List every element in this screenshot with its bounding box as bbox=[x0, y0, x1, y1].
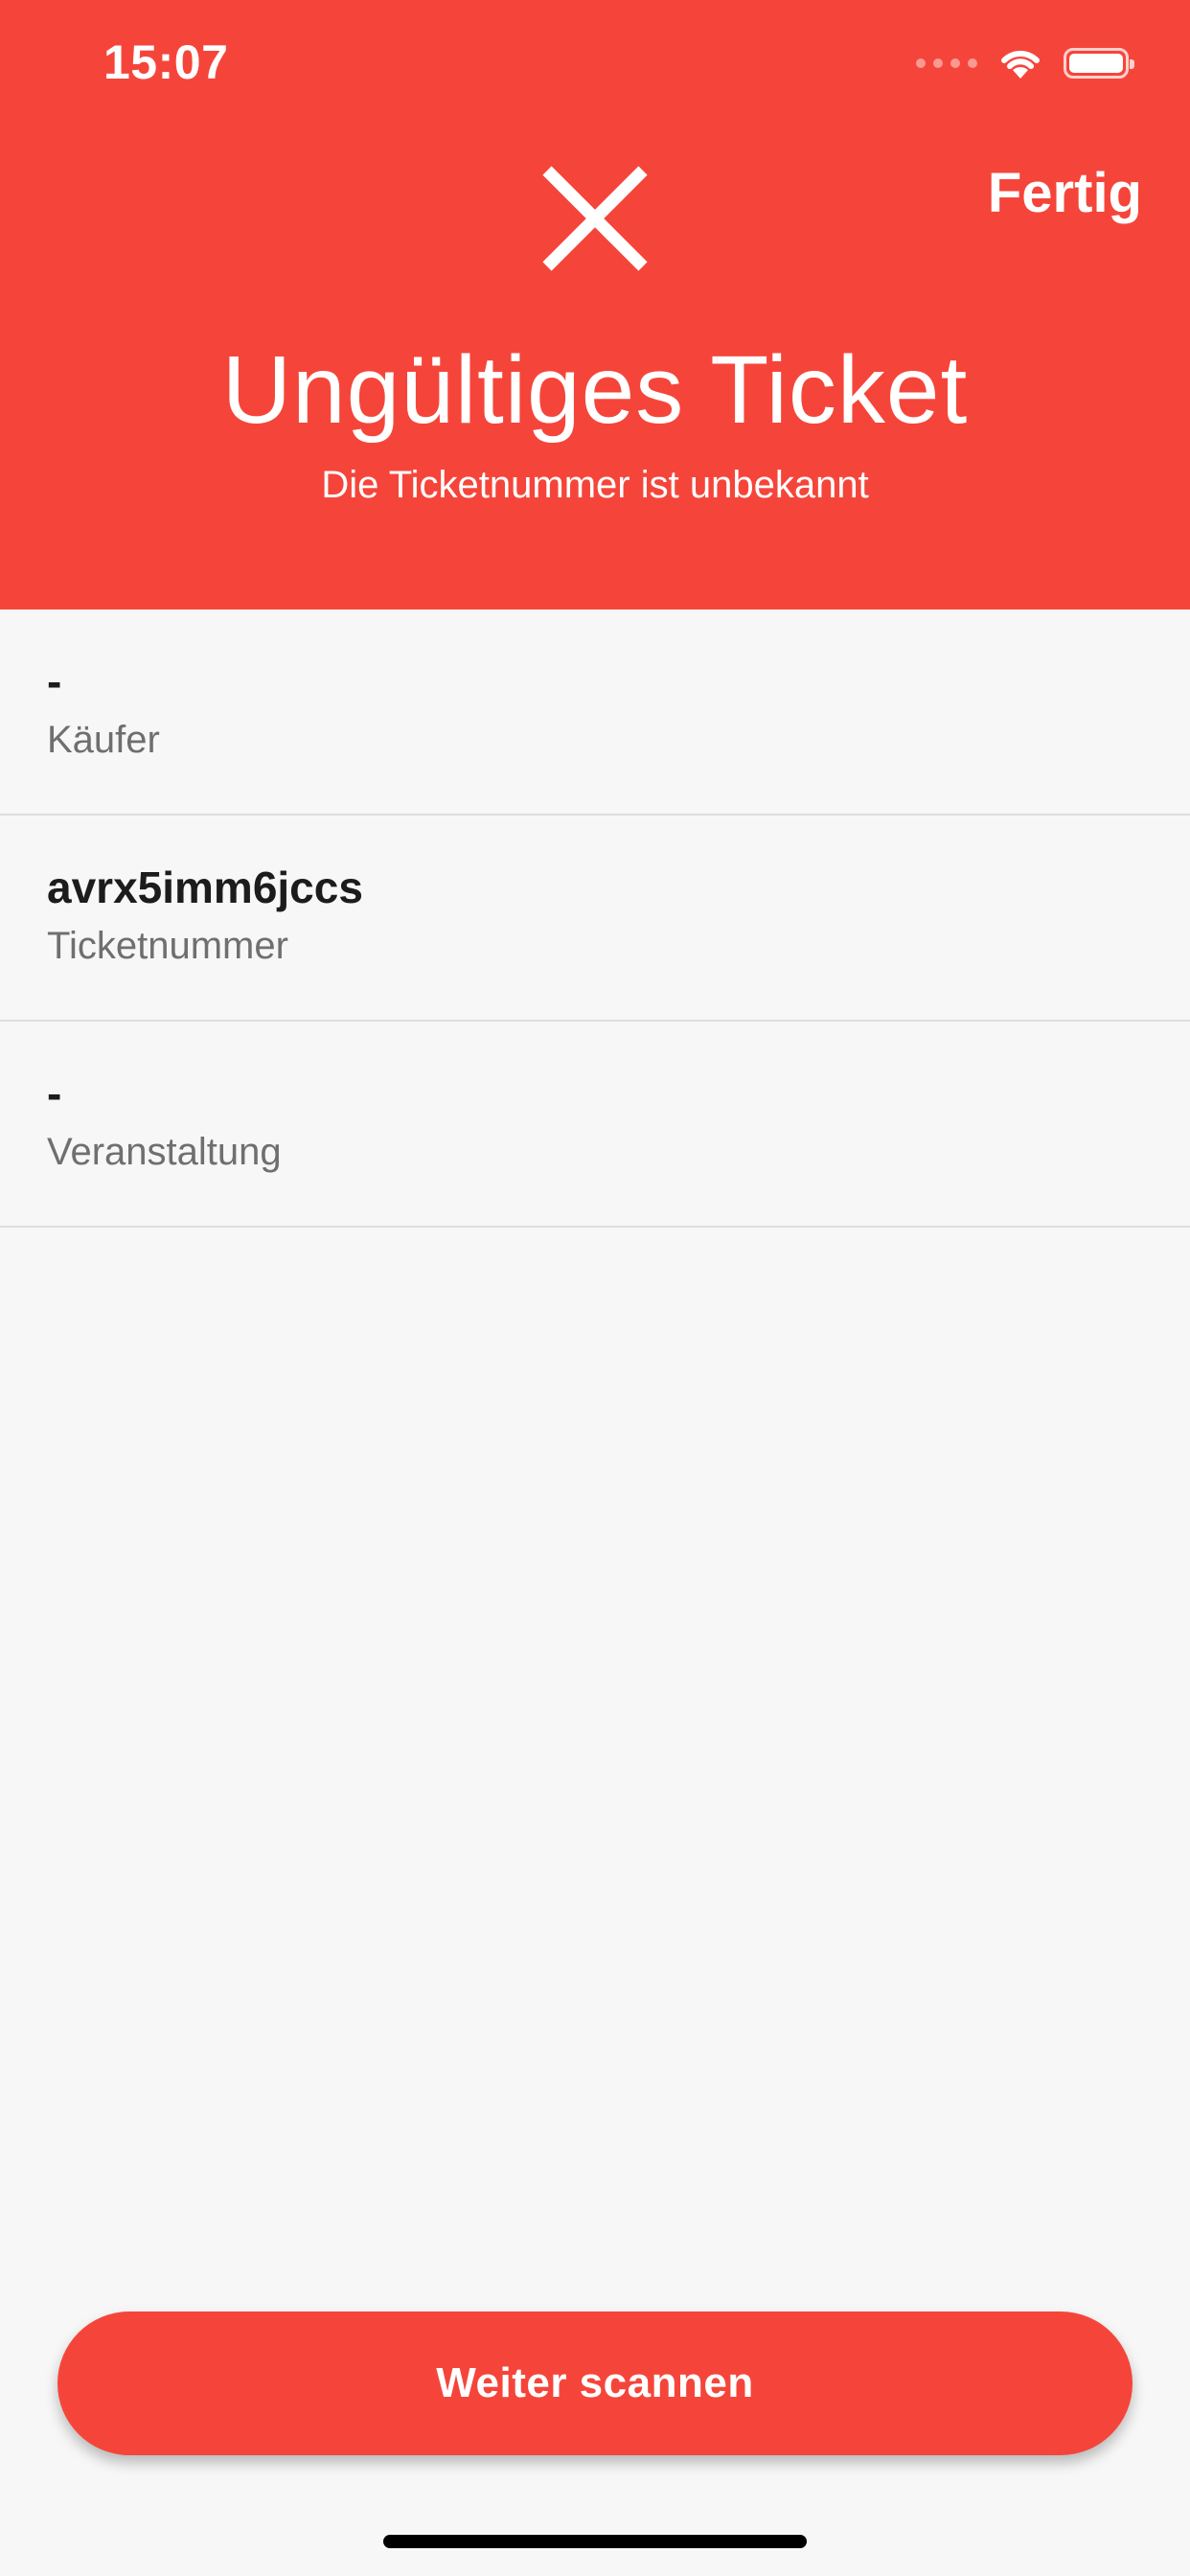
cellular-signal-icon bbox=[916, 58, 977, 68]
continue-scanning-label: Weiter scannen bbox=[436, 2359, 754, 2406]
event-label: Veranstaltung bbox=[47, 1131, 282, 1173]
page-title: Ungültiges Ticket bbox=[221, 336, 969, 444]
ticket-number-value: avrx5imm6jccs bbox=[47, 862, 363, 912]
status-bar-icons bbox=[916, 44, 1134, 82]
result-header: 15:07 Fertig Ungültiges Ticket Die Ticke… bbox=[0, 0, 1190, 610]
detail-row-ticket-number: avrx5imm6jccs Ticketnummer bbox=[0, 816, 1190, 1022]
home-indicator[interactable] bbox=[383, 2535, 807, 2548]
ticket-details-list: - Käufer avrx5imm6jccs Ticketnummer - Ve… bbox=[0, 610, 1190, 1228]
ticket-result-screen: 15:07 Fertig Ungültiges Ticket Die Ticke… bbox=[0, 0, 1190, 2576]
wifi-icon bbox=[1001, 50, 1040, 79]
event-value: - bbox=[47, 1069, 62, 1118]
status-bar-time: 15:07 bbox=[103, 35, 229, 89]
ticket-number-label: Ticketnummer bbox=[47, 925, 288, 967]
detail-row-event: - Veranstaltung bbox=[0, 1022, 1190, 1228]
detail-row-buyer: - Käufer bbox=[0, 610, 1190, 816]
page-subtitle: Die Ticketnummer ist unbekannt bbox=[321, 464, 869, 506]
continue-scanning-button[interactable]: Weiter scannen bbox=[57, 2312, 1133, 2455]
battery-icon bbox=[1064, 48, 1134, 79]
done-button[interactable]: Fertig bbox=[988, 161, 1142, 225]
buyer-value: - bbox=[47, 656, 62, 706]
close-x-icon bbox=[542, 166, 648, 271]
buyer-label: Käufer bbox=[47, 719, 160, 761]
